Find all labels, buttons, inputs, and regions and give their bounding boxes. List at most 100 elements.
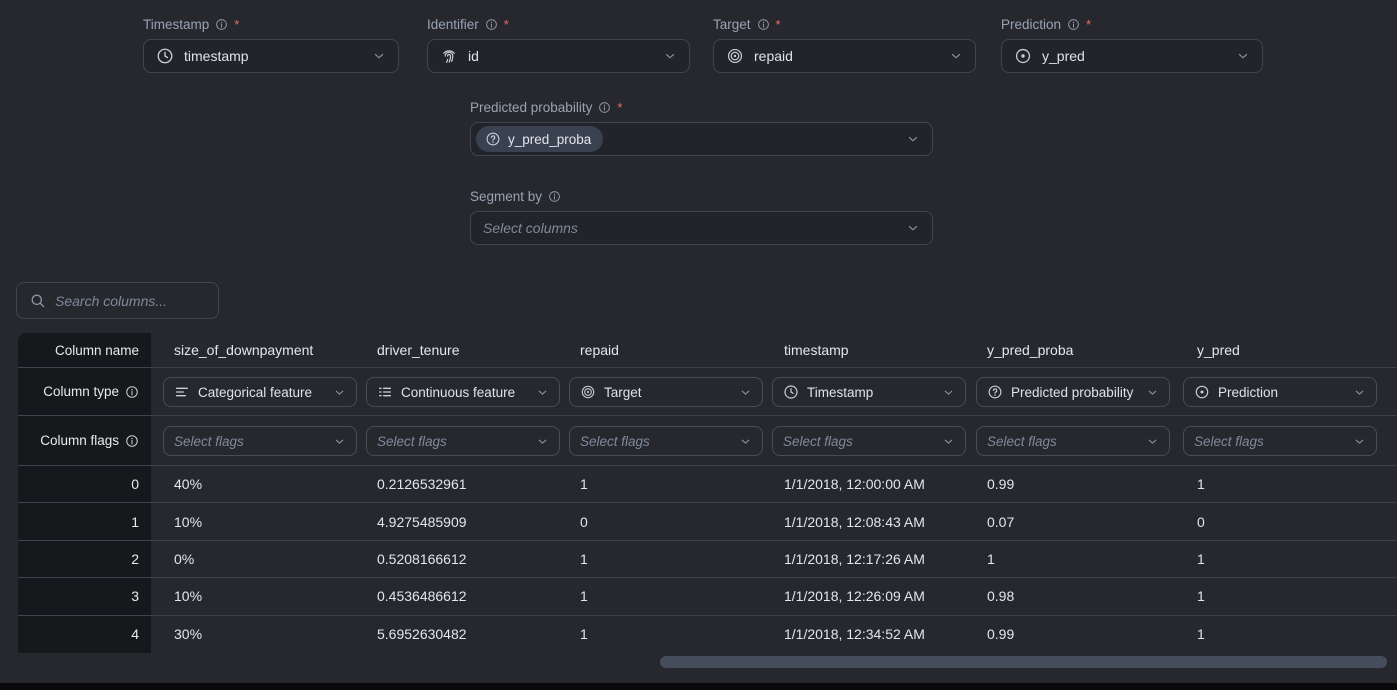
flags-placeholder: Select flags — [174, 434, 325, 449]
chevron-down-icon — [663, 49, 677, 63]
chevron-down-icon — [906, 221, 920, 235]
info-icon[interactable] — [598, 101, 611, 114]
table-row: 40% 0.2126532961 1 1/1/2018, 12:00:00 AM… — [18, 466, 1397, 503]
column-flags-select[interactable]: Select flags — [1183, 426, 1377, 456]
identifier-field: Identifier * id — [427, 17, 690, 73]
target-icon — [726, 47, 744, 65]
table-cell: 40% — [174, 466, 202, 502]
table-cell: 1 — [580, 578, 588, 614]
column-flags-select[interactable]: Select flags — [976, 426, 1170, 456]
horizontal-scrollbar-thumb[interactable] — [660, 656, 1387, 668]
chevron-down-icon — [333, 435, 346, 448]
column-type-select[interactable]: Prediction — [1183, 377, 1377, 407]
segment-by-placeholder: Select columns — [483, 220, 896, 236]
column-name: y_pred — [1197, 333, 1240, 367]
chevron-down-icon — [906, 132, 920, 146]
chip-label: y_pred_proba — [508, 132, 591, 147]
column-flags-select[interactable]: Select flags — [163, 426, 357, 456]
required-asterisk: * — [504, 17, 509, 32]
column-flags-row: Select flags Select flags Select flags S… — [18, 416, 1397, 466]
table-cell: 0.5208166612 — [377, 541, 467, 577]
row-header-label: Column name — [55, 343, 139, 358]
table-cell: 1 — [580, 466, 588, 502]
info-icon[interactable] — [125, 385, 139, 399]
clock-icon — [156, 47, 174, 65]
target-select[interactable]: repaid — [713, 39, 976, 73]
column-type-select[interactable]: Target — [569, 377, 763, 407]
column-flags-select[interactable]: Select flags — [366, 426, 560, 456]
table-cell: 1 — [1197, 466, 1205, 502]
chevron-down-icon — [942, 435, 955, 448]
chevron-down-icon — [942, 386, 955, 399]
column-type-select[interactable]: Continuous feature — [366, 377, 560, 407]
row-index: 0 — [18, 466, 151, 503]
row-index: 4 — [18, 616, 151, 653]
selected-column-chip[interactable]: y_pred_proba — [476, 126, 603, 152]
segment-by-field-label: Segment by — [470, 189, 933, 204]
column-type-value: Predicted probability — [1011, 385, 1138, 400]
chevron-down-icon — [536, 435, 549, 448]
info-icon[interactable] — [757, 18, 770, 31]
table-row: 10% 0.4536486612 1 1/1/2018, 12:26:09 AM… — [18, 578, 1397, 615]
column-type-select[interactable]: Predicted probability — [976, 377, 1170, 407]
timestamp-select[interactable]: timestamp — [143, 39, 399, 73]
column-name-row: size_of_downpayment driver_tenure repaid… — [18, 333, 1397, 368]
column-flags-select[interactable]: Select flags — [569, 426, 763, 456]
info-icon[interactable] — [215, 18, 228, 31]
prediction-select[interactable]: y_pred — [1001, 39, 1263, 73]
chevron-down-icon — [333, 386, 346, 399]
flags-placeholder: Select flags — [987, 434, 1138, 449]
table-cell: 0.99 — [987, 616, 1014, 653]
column-type-select[interactable]: Categorical feature — [163, 377, 357, 407]
segment-by-field: Segment by Select columns — [470, 189, 933, 245]
prediction-icon — [1014, 47, 1032, 65]
info-icon[interactable] — [125, 434, 139, 448]
sticky-header-column: Column name Column type Column flags 0 1… — [18, 333, 151, 653]
table-cell: 1 — [987, 541, 995, 577]
prediction-icon — [1194, 384, 1210, 400]
column-name: driver_tenure — [377, 333, 460, 367]
table-cell: 1 — [580, 541, 588, 577]
predicted-probability-select[interactable]: y_pred_proba — [470, 122, 933, 156]
column-type-value: Continuous feature — [401, 385, 528, 400]
search-input[interactable]: Search columns... — [16, 282, 219, 319]
chevron-down-icon — [1146, 386, 1159, 399]
column-name: timestamp — [784, 333, 849, 367]
identifier-select-value: id — [468, 48, 653, 64]
table-cell: 0.2126532961 — [377, 466, 467, 502]
predicted-probability-field: Predicted probability * y_pred_proba — [470, 100, 933, 156]
prediction-field-label: Prediction * — [1001, 17, 1263, 32]
identifier-select[interactable]: id — [427, 39, 690, 73]
column-type-select[interactable]: Timestamp — [772, 377, 966, 407]
prediction-select-value: y_pred — [1042, 48, 1226, 64]
required-asterisk: * — [234, 17, 239, 32]
table-cell: 0.07 — [987, 503, 1014, 539]
target-field-label: Target * — [713, 17, 976, 32]
fingerprint-icon — [440, 47, 458, 65]
chevron-down-icon — [1353, 435, 1366, 448]
required-asterisk: * — [617, 100, 622, 115]
info-icon[interactable] — [548, 190, 561, 203]
flags-placeholder: Select flags — [1194, 434, 1345, 449]
table-cell: 1/1/2018, 12:26:09 AM — [784, 578, 925, 614]
info-icon[interactable] — [485, 18, 498, 31]
info-icon[interactable] — [1067, 18, 1080, 31]
identifier-label-text: Identifier — [427, 17, 479, 32]
chevron-down-icon — [739, 435, 752, 448]
timestamp-label-text: Timestamp — [143, 17, 209, 32]
prediction-field: Prediction * y_pred — [1001, 17, 1263, 73]
table-cell: 5.6952630482 — [377, 616, 467, 653]
column-name: size_of_downpayment — [174, 333, 313, 367]
flags-placeholder: Select flags — [580, 434, 731, 449]
column-flags-select[interactable]: Select flags — [772, 426, 966, 456]
table-cell: 1 — [1197, 541, 1205, 577]
segment-by-select[interactable]: Select columns — [470, 211, 933, 245]
target-select-value: repaid — [754, 48, 939, 64]
table-cell: 1/1/2018, 12:17:26 AM — [784, 541, 925, 577]
table-cell: 0 — [580, 503, 588, 539]
required-asterisk: * — [776, 17, 781, 32]
row-header-column-name: Column name — [18, 333, 151, 368]
table-row: 0% 0.5208166612 1 1/1/2018, 12:17:26 AM … — [18, 541, 1397, 578]
table-cell: 0 — [1197, 503, 1205, 539]
search-placeholder: Search columns... — [55, 293, 167, 309]
